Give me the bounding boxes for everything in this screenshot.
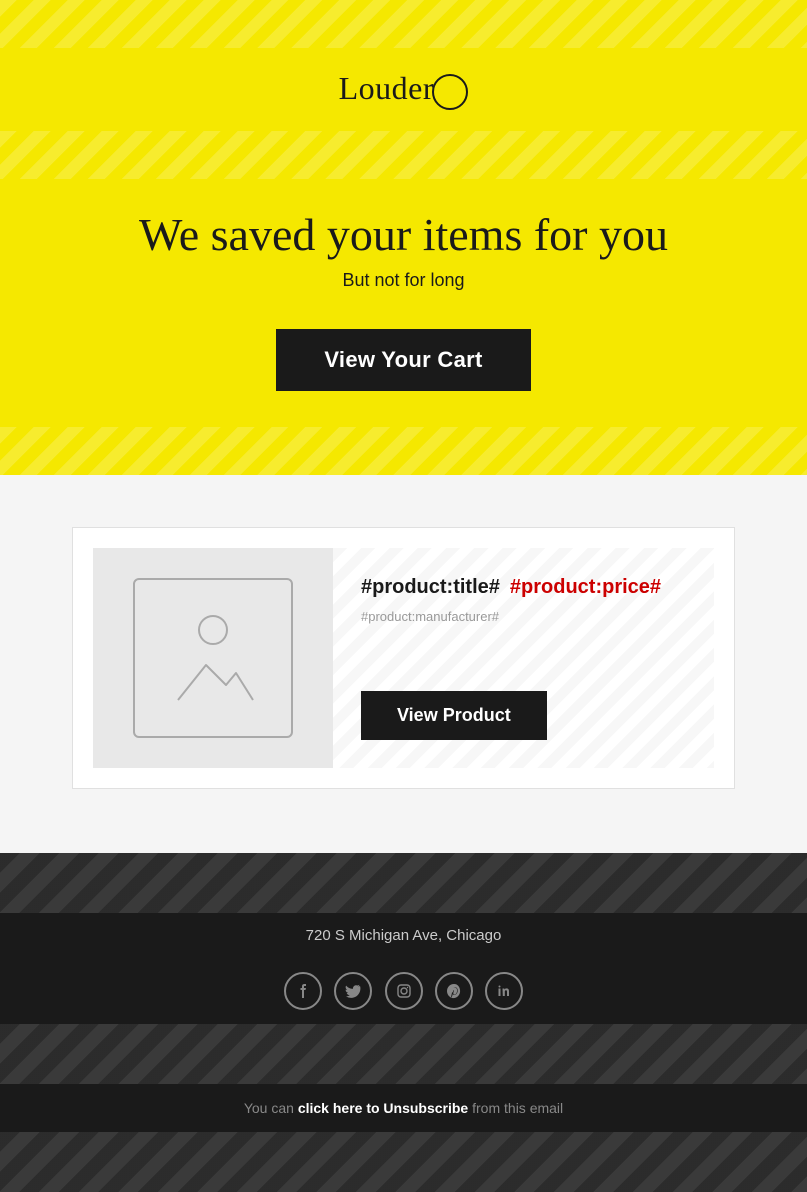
product-price: #product:price# <box>510 576 661 599</box>
product-cta-wrapper: View Product <box>361 651 686 740</box>
unsubscribe-suffix: from this email <box>468 1100 563 1116</box>
product-card: #product:title# #product:price# #product… <box>72 527 735 789</box>
placeholder-mountain-icon <box>168 655 258 705</box>
twitter-icon[interactable] <box>334 972 372 1010</box>
hero-stripe-top <box>0 0 807 48</box>
product-section: #product:title# #product:price# #product… <box>0 503 807 825</box>
unsubscribe-prefix: You can <box>244 1100 298 1116</box>
pinterest-icon[interactable] <box>435 972 473 1010</box>
product-title: #product:title# <box>361 576 500 599</box>
product-image-placeholder <box>133 578 293 738</box>
page-title: We saved your items for you <box>40 209 767 262</box>
footer-stripe-top <box>0 853 807 913</box>
hero-section: Louder We saved your items for you But n… <box>0 0 807 475</box>
view-cart-button[interactable]: View Your Cart <box>276 329 530 391</box>
footer-unsubscribe-band: You can click here to Unsubscribe from t… <box>0 1084 807 1132</box>
footer-address-band: 720 S Michigan Ave, Chicago <box>0 913 807 958</box>
linkedin-icon[interactable] <box>485 972 523 1010</box>
hero-stripe-mid <box>0 131 807 179</box>
cta-band: View Your Cart <box>0 301 807 427</box>
logo: Louder <box>339 86 469 103</box>
headline-band: We saved your items for you But not for … <box>0 179 807 301</box>
footer-address: 720 S Michigan Ave, Chicago <box>306 927 502 944</box>
view-product-button[interactable]: View Product <box>361 691 547 740</box>
product-meta: #product:title# #product:price# #product… <box>361 576 686 624</box>
spacer-1 <box>0 475 807 503</box>
spacer-2 <box>0 825 807 853</box>
footer-social-band <box>0 958 807 1024</box>
facebook-icon[interactable] <box>284 972 322 1010</box>
instagram-icon[interactable] <box>385 972 423 1010</box>
unsubscribe-link[interactable]: click here to Unsubscribe <box>298 1100 468 1116</box>
hero-stripe-bottom <box>0 427 807 475</box>
footer-stripe-bottom <box>0 1132 807 1192</box>
logo-circle-icon <box>432 74 468 110</box>
logo-text: Louder <box>339 70 434 106</box>
logo-band: Louder <box>0 48 807 131</box>
footer-section: 720 S Michigan Ave, Chicago You can clic… <box>0 853 807 1192</box>
placeholder-circle-icon <box>198 615 228 645</box>
product-manufacturer: #product:manufacturer# <box>361 609 499 624</box>
footer-stripe-mid <box>0 1024 807 1084</box>
product-image-col <box>93 548 333 768</box>
page-subtitle: But not for long <box>40 270 767 291</box>
product-info-col: #product:title# #product:price# #product… <box>333 548 714 768</box>
